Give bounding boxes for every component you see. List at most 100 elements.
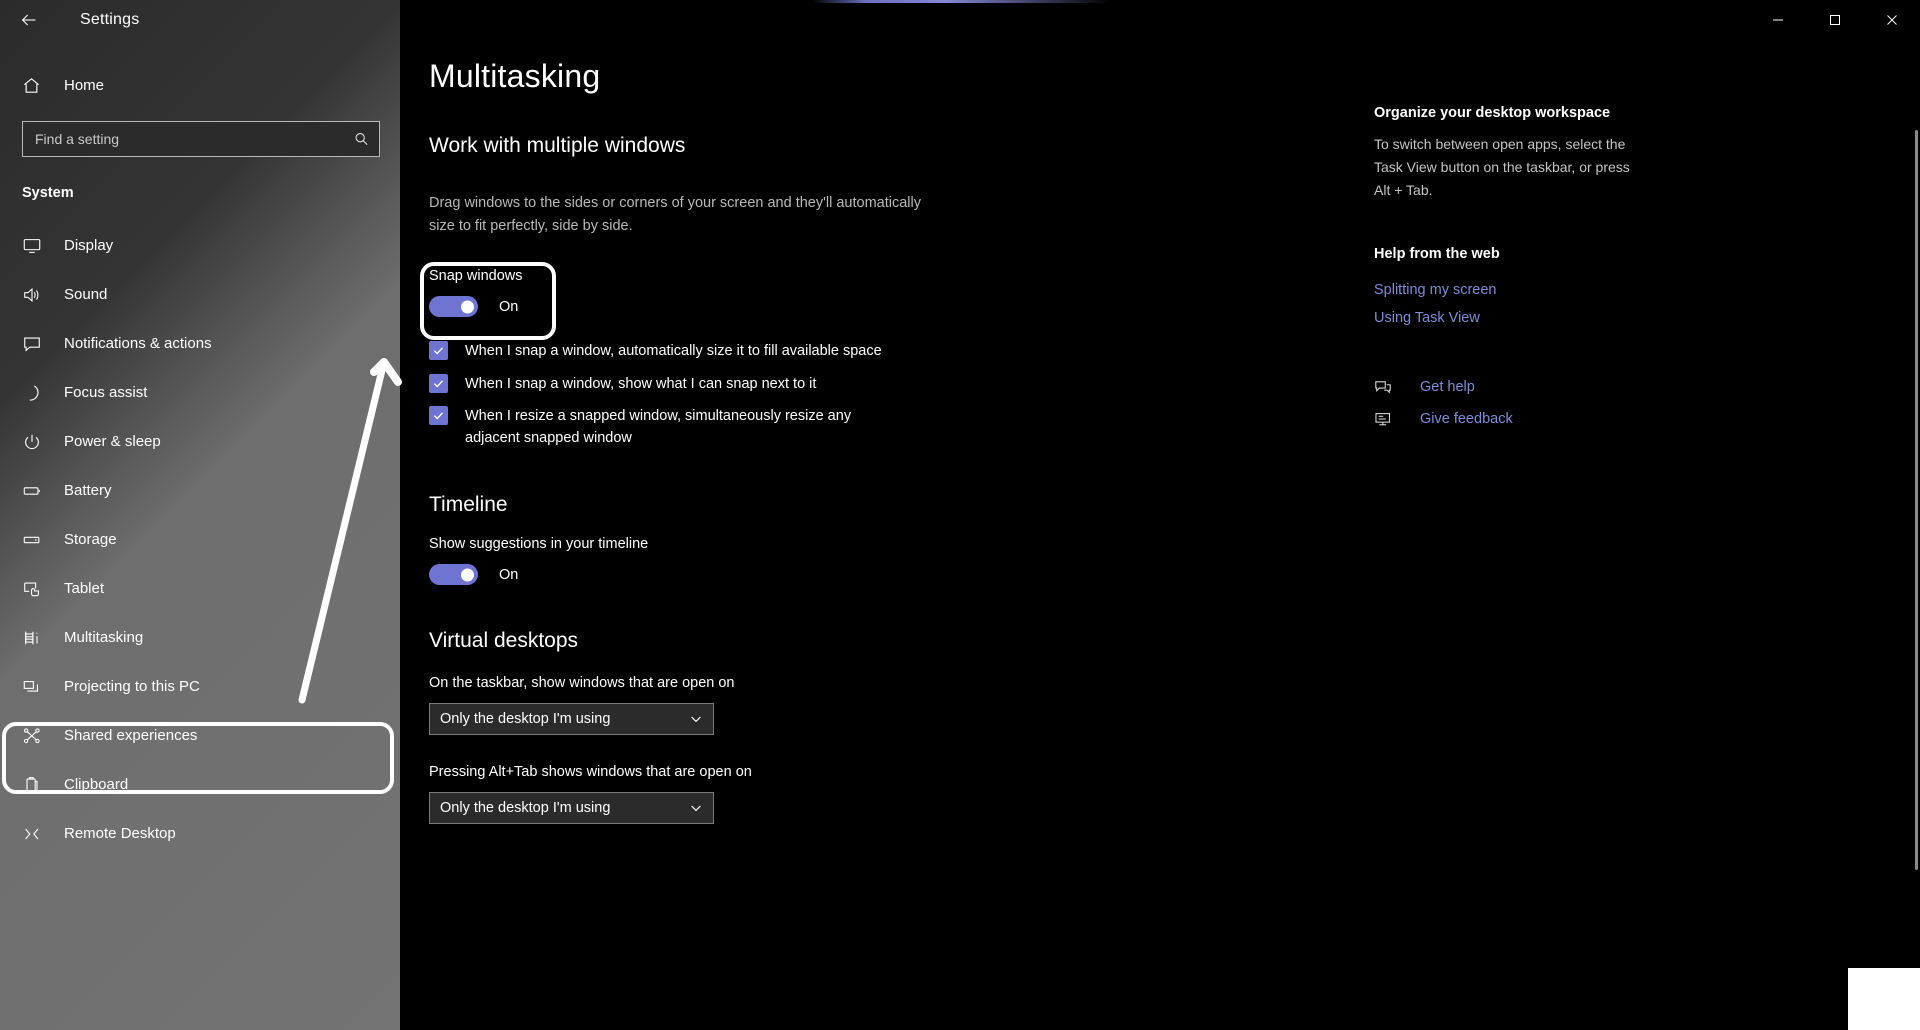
alttab-desktop-dropdown[interactable]: Only the desktop I'm using <box>429 792 714 824</box>
alttab-dropdown-label: Pressing Alt+Tab shows windows that are … <box>429 764 752 780</box>
sidebar-item-label: Focus assist <box>64 384 148 401</box>
sidebar-item-label: Storage <box>64 531 117 548</box>
rail-action-label: Give feedback <box>1420 411 1513 427</box>
sidebar-item-display[interactable]: Display <box>0 221 400 270</box>
sidebar-item-label: Display <box>64 237 114 254</box>
rail-heading-organize: Organize your desktop workspace <box>1374 105 1611 121</box>
sidebar-item-home[interactable]: Home <box>0 65 400 105</box>
power-icon <box>22 432 56 452</box>
sidebar-item-sound[interactable]: Sound <box>0 270 400 319</box>
settings-content: Multitasking Work with multiple windows … <box>400 0 1920 1030</box>
sidebar-item-label: Battery <box>64 482 112 499</box>
scrollbar-thumb[interactable] <box>1915 130 1918 870</box>
rail-heading-help-from-web: Help from the web <box>1374 246 1500 262</box>
search-box[interactable] <box>22 121 380 157</box>
search-icon[interactable] <box>354 132 369 147</box>
checkbox-label: When I resize a snapped window, simultan… <box>465 408 852 446</box>
snap-windows-label: Snap windows <box>429 268 523 284</box>
settings-window: Home System Displa <box>0 0 1920 1030</box>
monitor-icon <box>22 236 56 256</box>
sidebar-item-tablet[interactable]: Tablet <box>0 564 400 613</box>
checkbox-label: When I snap a window, show what I can sn… <box>465 376 817 392</box>
toggle-knob <box>461 568 474 581</box>
section-heading-work-with-windows: Work with multiple windows <box>429 134 686 157</box>
checkbox-row-autosize[interactable]: When I snap a window, automatically size… <box>429 340 882 362</box>
rail-body-organize: To switch between open apps, select the … <box>1374 136 1630 198</box>
section-heading-timeline: Timeline <box>429 493 508 516</box>
dropdown-value: Only the desktop I'm using <box>440 800 611 816</box>
checkbox-row-simultaneous-resize[interactable]: When I resize a snapped window, simultan… <box>429 405 879 449</box>
give-feedback-icon <box>1374 410 1394 428</box>
snap-windows-toggle[interactable] <box>429 296 478 317</box>
sidebar-item-label: Remote Desktop <box>64 825 176 842</box>
close-button[interactable] <box>1863 0 1920 40</box>
snap-windows-setting: Snap windows On <box>429 268 523 317</box>
taskbar-dropdown-label: On the taskbar, show windows that are op… <box>429 675 735 691</box>
toggle-knob <box>461 300 474 313</box>
back-button[interactable] <box>0 0 58 40</box>
sidebar-item-clipboard[interactable]: Clipboard <box>0 760 400 809</box>
sidebar-home-label: Home <box>64 76 105 94</box>
sidebar-item-notifications[interactable]: Notifications & actions <box>0 319 400 368</box>
checkbox-checked-icon[interactable] <box>429 406 448 425</box>
chevron-down-icon[interactable] <box>689 801 703 815</box>
sidebar-item-focus-assist[interactable]: Focus assist <box>0 368 400 417</box>
timeline-suggestions-setting: Show suggestions in your timeline On <box>429 536 648 585</box>
sidebar-item-label: Clipboard <box>64 776 129 793</box>
home-icon <box>22 76 56 95</box>
checkbox-label: When I snap a window, automatically size… <box>465 343 882 359</box>
sidebar-item-label: Multitasking <box>64 629 144 646</box>
sidebar-item-storage[interactable]: Storage <box>0 515 400 564</box>
navigation-sidebar: Home System Displa <box>0 0 400 1030</box>
sidebar-item-label: Power & sleep <box>64 433 161 450</box>
rail-link-splitting-my-screen[interactable]: Splitting my screen <box>1374 282 1497 298</box>
section-heading-virtual-desktops: Virtual desktops <box>429 629 579 652</box>
speaker-icon <box>22 285 56 305</box>
chevron-down-icon[interactable] <box>689 712 703 726</box>
page-title: Multitasking <box>429 58 601 94</box>
sidebar-nav-list: Display Sound Notifications & actions Fo… <box>0 221 400 858</box>
sidebar-item-remote-desktop[interactable]: Remote Desktop <box>0 809 400 858</box>
maximize-button[interactable] <box>1806 0 1863 40</box>
sidebar-item-label: Sound <box>64 286 108 303</box>
sidebar-item-label: Shared experiences <box>64 727 198 744</box>
screen-artifact-patch <box>1848 968 1920 1030</box>
window-titlebar: Settings <box>0 0 1920 40</box>
window-title: Settings <box>80 11 140 28</box>
sidebar-section-title: System <box>22 185 74 201</box>
chat-bubble-icon <box>22 334 56 354</box>
drive-icon <box>22 530 56 550</box>
minimize-button[interactable] <box>1749 0 1806 40</box>
rail-action-give-feedback[interactable]: Give feedback <box>1374 410 1513 428</box>
search-input[interactable] <box>23 122 379 156</box>
timeline-suggestions-label: Show suggestions in your timeline <box>429 536 649 552</box>
checkbox-row-show-snap-next[interactable]: When I snap a window, show what I can sn… <box>429 373 816 395</box>
sidebar-item-label: Tablet <box>64 580 105 597</box>
sidebar-item-label: Notifications & actions <box>64 335 212 352</box>
rail-action-get-help[interactable]: Get help <box>1374 378 1475 396</box>
sidebar-item-power-sleep[interactable]: Power & sleep <box>0 417 400 466</box>
sidebar-item-shared-experiences[interactable]: Shared experiences <box>0 711 400 760</box>
rail-action-label: Get help <box>1420 379 1475 395</box>
sidebar-item-multitasking[interactable]: Multitasking <box>0 613 400 662</box>
content-scrollbar[interactable] <box>1913 40 1920 1030</box>
timeline-suggestions-state: On <box>499 566 519 583</box>
sidebar-item-label: Projecting to this PC <box>64 678 200 695</box>
share-nodes-icon <box>22 726 56 746</box>
multitasking-icon <box>22 628 56 648</box>
sidebar-item-battery[interactable]: Battery <box>0 466 400 515</box>
remote-desktop-icon <box>22 824 56 844</box>
clipboard-icon <box>22 775 56 795</box>
tablet-touch-icon <box>22 579 56 599</box>
window-caption-buttons <box>1749 0 1920 40</box>
taskbar-desktop-dropdown[interactable]: Only the desktop I'm using <box>429 703 714 735</box>
get-help-icon <box>1374 378 1394 396</box>
timeline-suggestions-toggle[interactable] <box>429 564 478 585</box>
sidebar-item-projecting[interactable]: Projecting to this PC <box>0 662 400 711</box>
checkbox-checked-icon[interactable] <box>429 374 448 393</box>
battery-icon <box>22 481 56 501</box>
rail-link-using-task-view[interactable]: Using Task View <box>1374 310 1480 326</box>
checkbox-checked-icon[interactable] <box>429 341 448 360</box>
accent-line <box>812 0 1112 3</box>
moon-icon <box>22 383 56 403</box>
